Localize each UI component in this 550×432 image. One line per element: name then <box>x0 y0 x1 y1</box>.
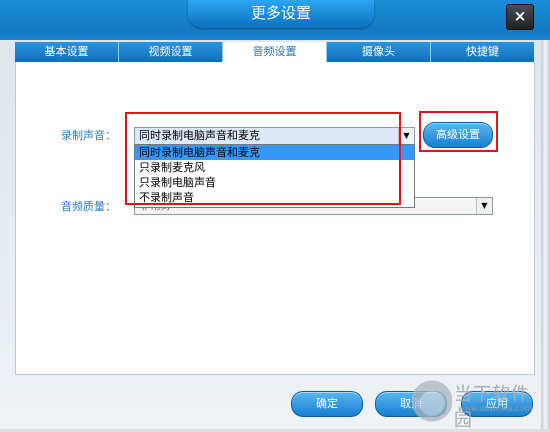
settings-window: 更多设置 × 基本设置 视频设置 音频设置 摄像头 快捷键 录制声音： 同时录制… <box>0 0 550 431</box>
tab-video[interactable]: 视频设置 <box>119 42 223 62</box>
close-button[interactable]: × <box>506 4 534 30</box>
tab-basic[interactable]: 基本设置 <box>15 42 119 62</box>
window-edge <box>541 40 550 429</box>
watermark-url: www.downxia.com <box>458 404 533 413</box>
tab-camera[interactable]: 摄像头 <box>327 42 431 62</box>
watermark: 当下软件园 www.downxia.com <box>412 378 546 431</box>
record-sound-label: 录制声音： <box>61 129 116 142</box>
watermark-logo-icon <box>412 378 452 424</box>
tab-hotkeys[interactable]: 快捷键 <box>431 42 534 62</box>
chevron-down-icon[interactable]: ▼ <box>476 198 492 214</box>
audio-settings-panel <box>15 62 535 375</box>
highlight-box <box>419 111 498 152</box>
window-title: 更多设置 <box>188 0 374 28</box>
tab-audio[interactable]: 音频设置 <box>223 42 327 62</box>
highlight-box <box>125 112 401 205</box>
ok-button[interactable]: 确定 <box>291 391 363 417</box>
audio-quality-label: 音频质量： <box>61 200 116 213</box>
tab-bar: 基本设置 视频设置 音频设置 摄像头 快捷键 <box>15 42 534 62</box>
